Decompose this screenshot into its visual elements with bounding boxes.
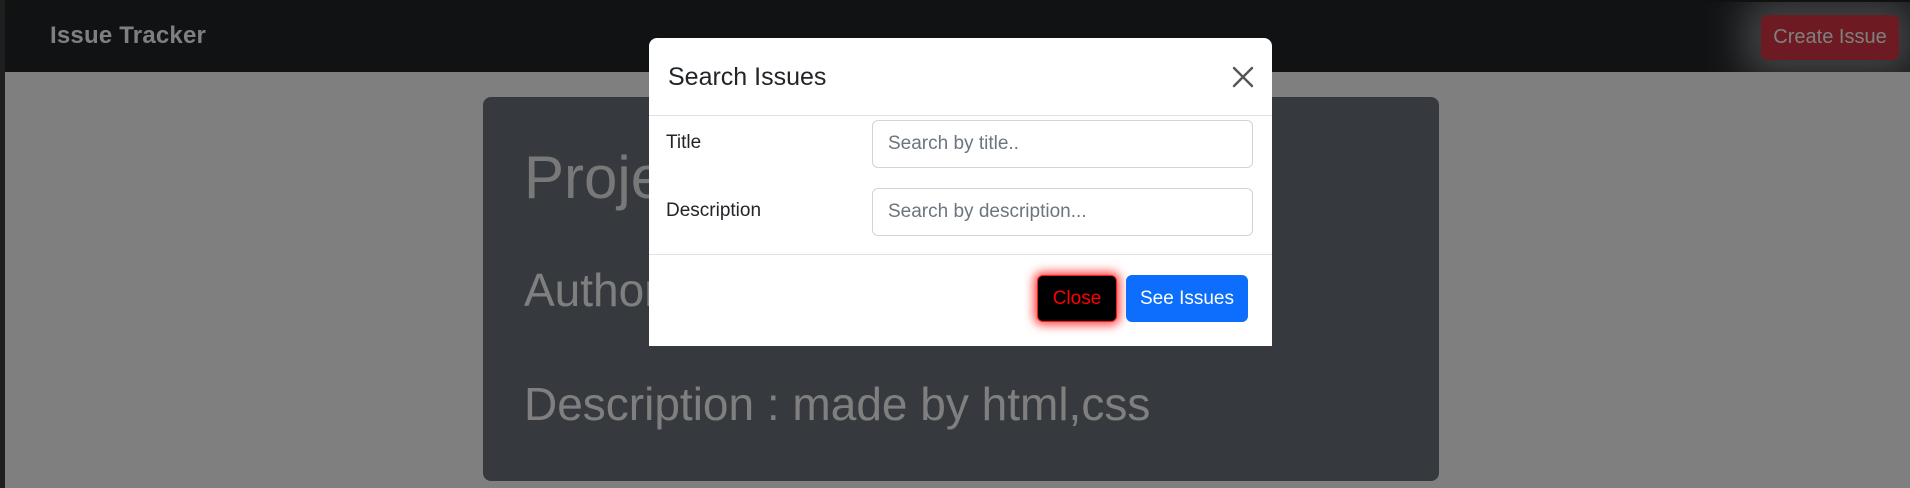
modal-footer: Close See Issues: [649, 254, 1272, 346]
description-label: Description: [666, 200, 762, 221]
close-button[interactable]: Close: [1037, 275, 1117, 322]
close-icon[interactable]: [1230, 64, 1256, 90]
see-issues-button[interactable]: See Issues: [1126, 275, 1248, 322]
modal-title: Search Issues: [668, 63, 827, 91]
modal-header: Search Issues: [649, 38, 1272, 116]
title-search-input[interactable]: [872, 120, 1253, 168]
window-frame-top: [0, 0, 1910, 2]
window-frame-left: [0, 0, 5, 488]
title-label: Title: [666, 132, 702, 153]
search-issues-modal: Search Issues Title Description Close Se…: [649, 38, 1272, 346]
description-search-input[interactable]: [872, 188, 1253, 236]
